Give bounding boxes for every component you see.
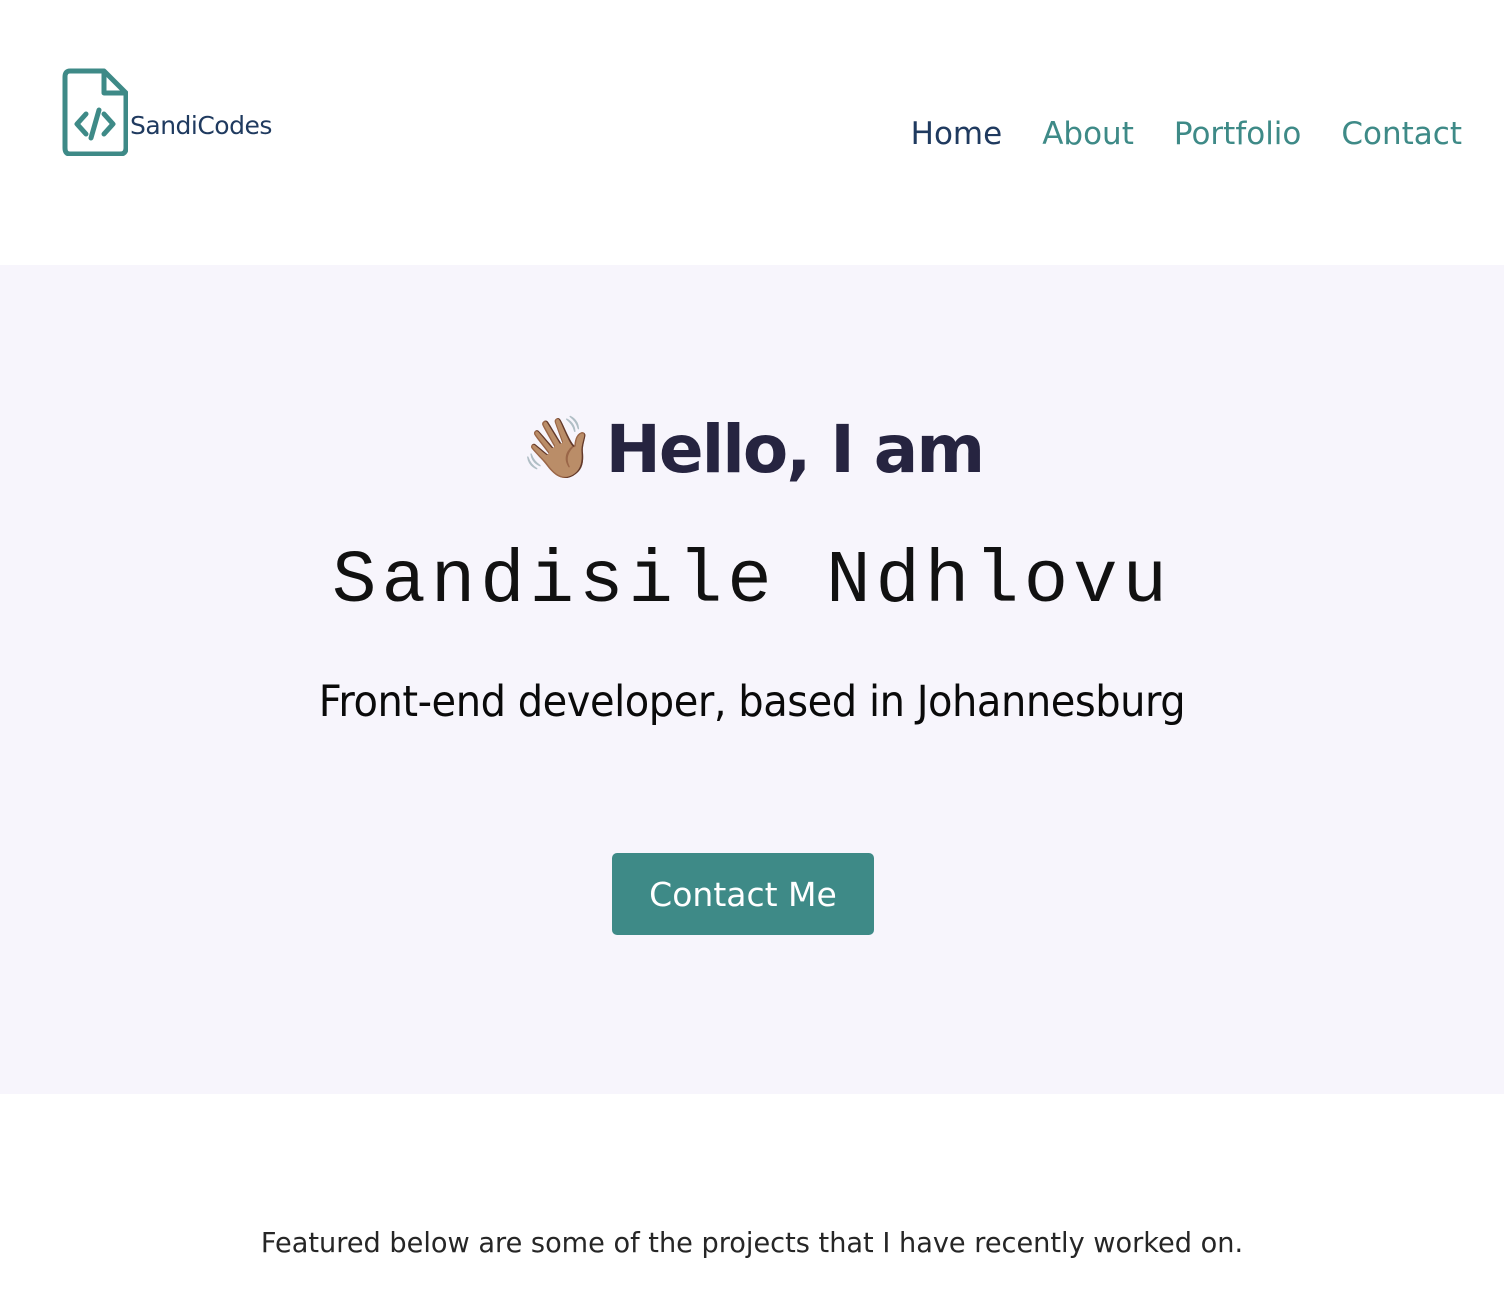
waving-hand-icon: 👋🏽 [520,413,596,483]
hero-section: 👋🏽 Hello, I am Sandisile Ndhlovu Front-en… [0,265,1504,1094]
hero-tagline: Front-end developer, based in Johannesbu… [318,677,1186,727]
nav-home-link[interactable]: Home [911,116,1003,152]
nav-about-link[interactable]: About [1042,116,1134,152]
contact-me-button[interactable]: Contact Me [612,853,874,935]
main-nav: Home About Portfolio Contact [911,116,1462,152]
hero-greeting: 👋🏽 Hello, I am [0,411,1504,488]
nav-portfolio-link[interactable]: Portfolio [1174,116,1302,152]
code-file-icon [62,68,128,156]
brand-name: SandiCodes [130,111,272,140]
hero-name: Sandisile Ndhlovu [332,540,1172,624]
featured-intro: Featured below are some of the projects … [260,1226,1244,1259]
brand-logo[interactable]: SandiCodes [62,68,272,156]
greeting-text: Hello, I am [605,411,985,488]
site-header: SandiCodes Home About Portfolio Contact [0,0,1504,265]
nav-contact-link[interactable]: Contact [1341,116,1462,152]
